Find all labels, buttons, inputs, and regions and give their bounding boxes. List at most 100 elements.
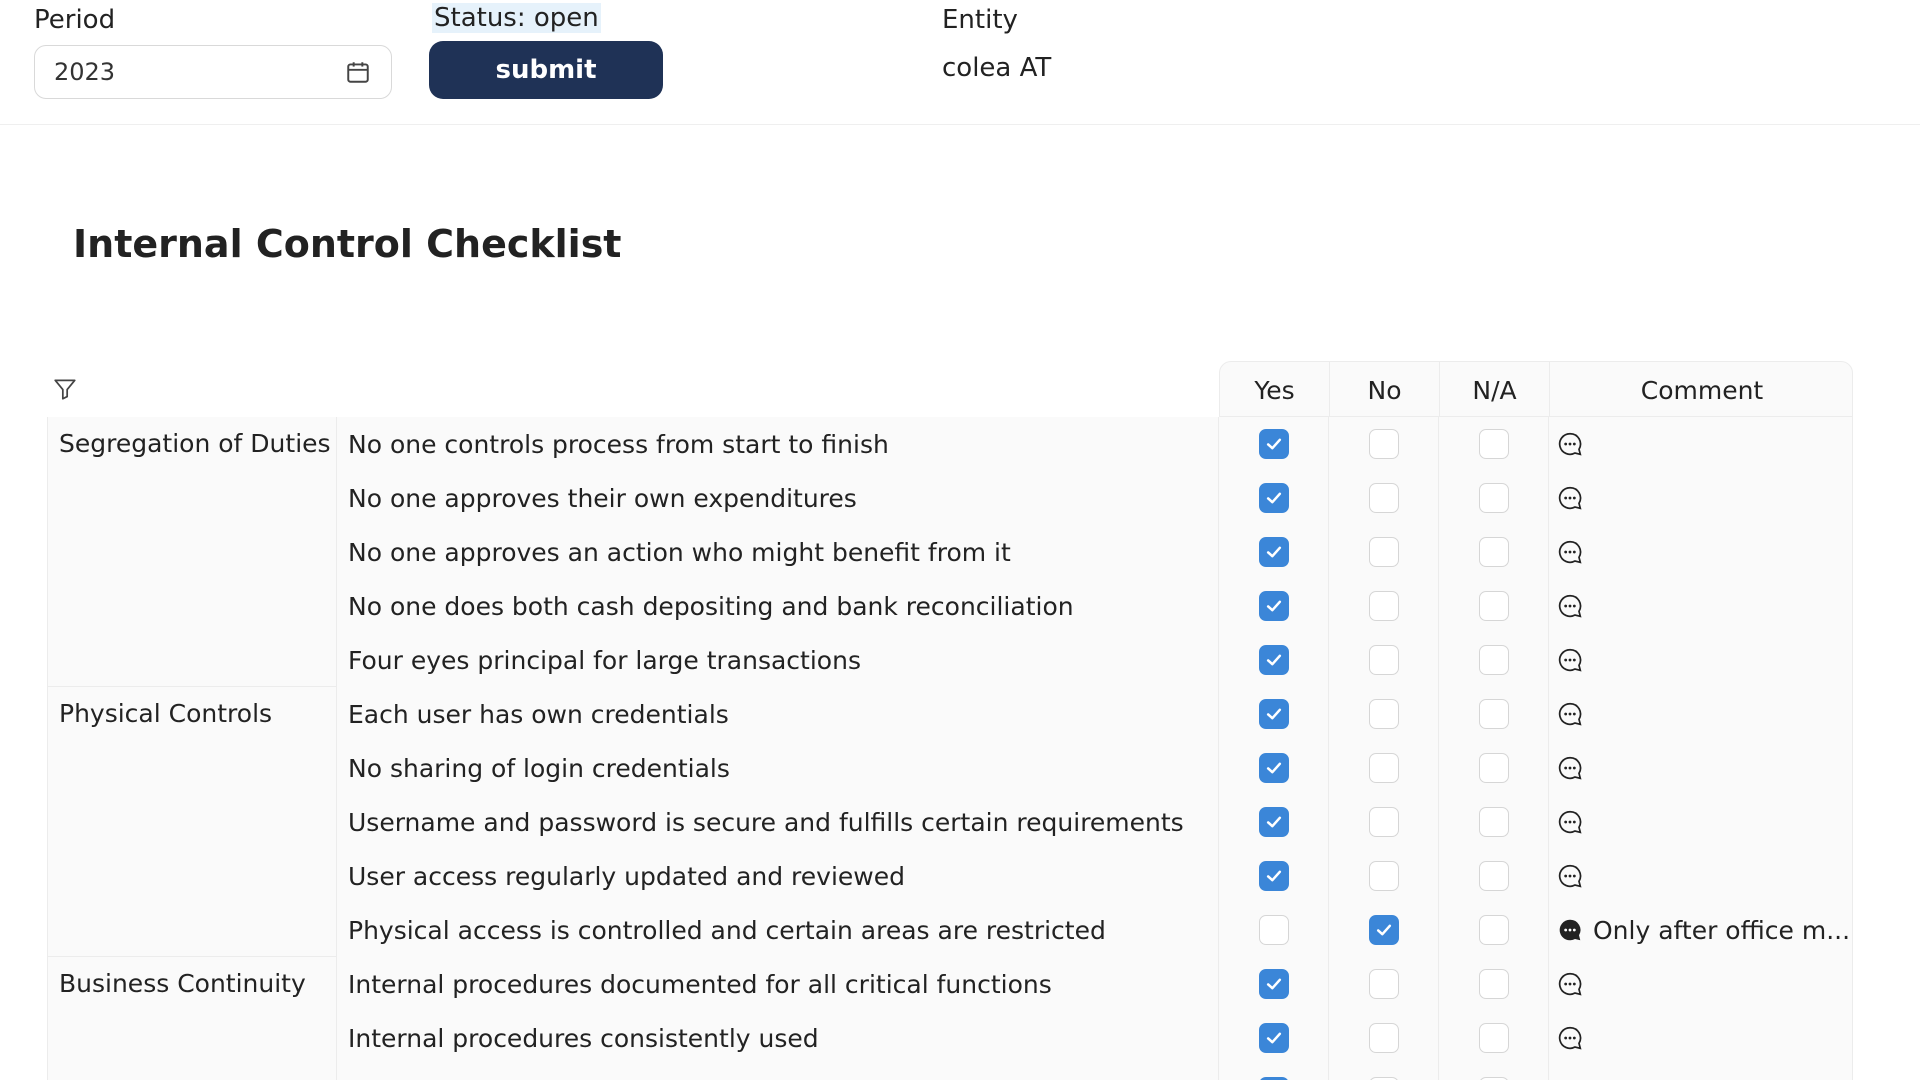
period-label: Period [34,5,116,35]
comment-cell[interactable] [1549,1011,1853,1065]
no-checkbox[interactable] [1368,1023,1399,1053]
comment-cell[interactable] [1549,741,1853,795]
na-checkbox[interactable] [1478,483,1509,513]
yes-checkbox[interactable] [1258,645,1289,675]
na-cell [1439,687,1549,741]
no-checkbox[interactable] [1368,429,1399,459]
yes-checkbox[interactable] [1258,915,1289,945]
period-field[interactable]: 2023 [34,45,392,99]
check-icon [1266,492,1281,504]
no-checkbox[interactable] [1368,807,1399,837]
comment-cell[interactable] [1549,633,1853,687]
check-icon [1266,546,1281,558]
comment-icon[interactable] [1557,701,1583,727]
na-checkbox[interactable] [1478,1023,1509,1053]
no-checkbox[interactable] [1368,861,1399,891]
no-cell [1329,849,1439,903]
yes-cell [1219,741,1329,795]
yes-checkbox[interactable] [1258,861,1289,891]
question-text: No one controls process from start to fi… [348,430,889,459]
comment-cell[interactable] [1549,957,1853,1011]
question-cell [337,1065,1219,1080]
group-cell: Segregation of Duties [47,417,337,687]
comment-icon[interactable] [1557,863,1583,889]
na-checkbox[interactable] [1478,807,1509,837]
comment-cell[interactable] [1549,795,1853,849]
no-cell [1329,417,1439,471]
yes-cell [1219,525,1329,579]
yes-checkbox[interactable] [1258,537,1289,567]
comment-cell[interactable]: Only after office m... [1549,903,1853,957]
comment-icon[interactable] [1557,485,1583,511]
check-icon [1266,708,1281,720]
group-label: Business Continuity [59,969,306,998]
no-checkbox[interactable] [1368,699,1399,729]
check-icon [1266,1032,1281,1044]
calendar-icon[interactable] [345,59,371,85]
na-checkbox[interactable] [1478,969,1509,999]
comment-cell[interactable] [1549,579,1853,633]
comment-icon[interactable] [1557,971,1583,997]
comment-cell[interactable] [1549,471,1853,525]
na-checkbox[interactable] [1478,537,1509,567]
question-text: Username and password is secure and fulf… [348,808,1184,837]
yes-cell [1219,633,1329,687]
na-checkbox[interactable] [1478,645,1509,675]
question-cell: Physical access is controlled and certai… [337,903,1219,957]
yes-checkbox[interactable] [1258,753,1289,783]
question-text: Each user has own credentials [348,700,729,729]
yes-checkbox[interactable] [1258,591,1289,621]
na-checkbox[interactable] [1478,591,1509,621]
na-checkbox[interactable] [1478,753,1509,783]
no-checkbox[interactable] [1368,537,1399,567]
comment-icon[interactable] [1557,647,1583,673]
comment-icon[interactable] [1557,539,1583,565]
comment-cell[interactable] [1549,1065,1853,1080]
comment-cell[interactable] [1549,417,1853,471]
comment-icon[interactable] [1557,755,1583,781]
question-text: No one approves their own expenditures [348,484,857,513]
comment-icon[interactable] [1557,1025,1583,1051]
yes-cell [1219,1011,1329,1065]
submit-button[interactable]: submit [429,41,663,99]
no-checkbox[interactable] [1368,753,1399,783]
na-checkbox[interactable] [1478,699,1509,729]
question-cell: No one approves their own expenditures [337,471,1219,525]
table-header: Yes No N/A Comment [1219,361,1853,418]
top-bar: Period 2023 Status: open submit Entity c… [0,0,1920,125]
yes-checkbox[interactable] [1258,1023,1289,1053]
no-cell [1329,741,1439,795]
no-checkbox[interactable] [1368,591,1399,621]
comment-icon[interactable] [1557,431,1583,457]
na-cell [1439,903,1549,957]
yes-checkbox[interactable] [1258,969,1289,999]
no-checkbox[interactable] [1368,645,1399,675]
no-cell [1329,957,1439,1011]
na-cell [1439,471,1549,525]
no-cell [1329,687,1439,741]
na-checkbox[interactable] [1478,915,1509,945]
checklist-table: Yes No N/A Comment Segregation of Duties… [47,361,1853,1080]
comment-icon[interactable] [1557,593,1583,619]
comment-icon[interactable] [1557,917,1583,943]
yes-checkbox[interactable] [1258,483,1289,513]
yes-checkbox[interactable] [1258,429,1289,459]
na-cell [1439,525,1549,579]
no-checkbox[interactable] [1368,483,1399,513]
period-value: 2023 [54,58,116,86]
check-icon [1266,438,1281,450]
na-checkbox[interactable] [1478,429,1509,459]
comment-cell[interactable] [1549,525,1853,579]
no-checkbox[interactable] [1368,915,1399,945]
no-checkbox[interactable] [1368,969,1399,999]
comment-cell[interactable] [1549,687,1853,741]
no-cell [1329,471,1439,525]
yes-checkbox[interactable] [1258,807,1289,837]
comment-cell[interactable] [1549,849,1853,903]
column-header-comment: Comment [1640,375,1764,405]
na-checkbox[interactable] [1478,861,1509,891]
question-text: No one approves an action who might bene… [348,538,1011,567]
na-cell [1439,1065,1549,1080]
comment-icon[interactable] [1557,809,1583,835]
yes-checkbox[interactable] [1258,699,1289,729]
